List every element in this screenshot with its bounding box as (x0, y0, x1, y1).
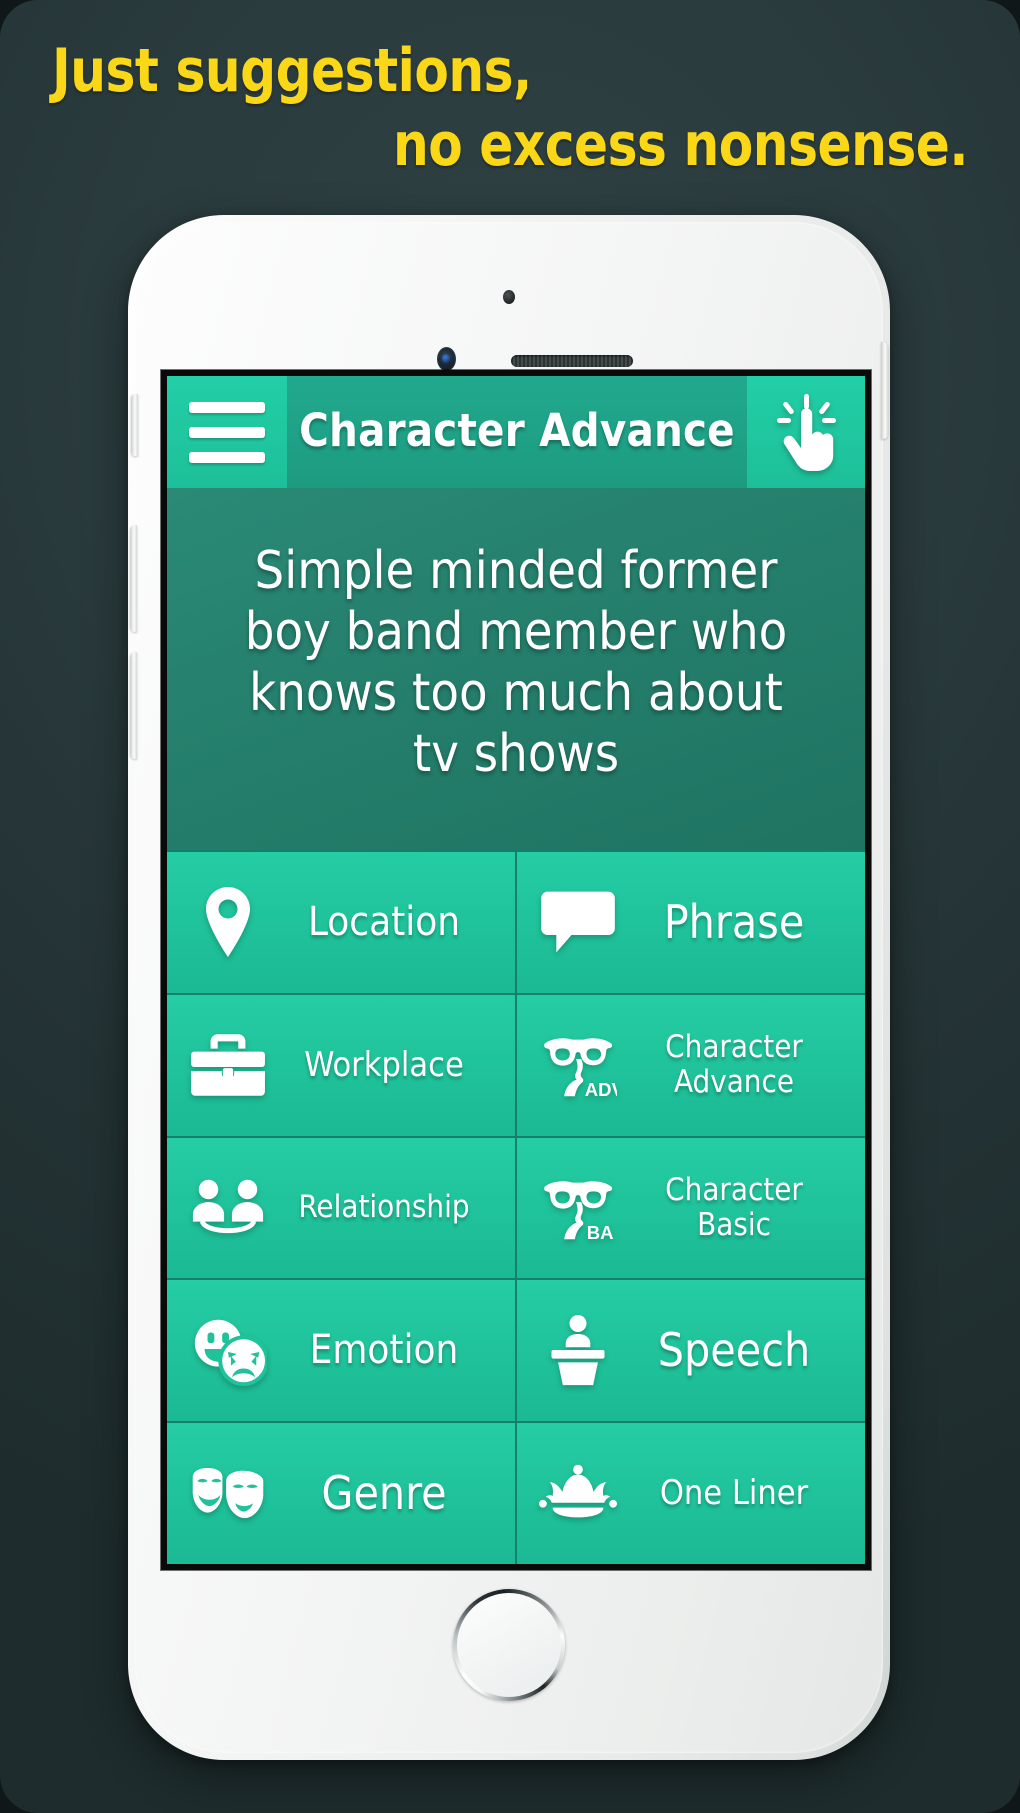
category-label: Genre (321, 1465, 447, 1520)
category-label: Character Basic (665, 1171, 803, 1243)
phone-screen: Character Advance Simple minded former b… (161, 370, 871, 1570)
category-button-genre[interactable]: Genre (167, 1423, 515, 1564)
headline-line-2: no excess nonsense. (392, 110, 969, 181)
category-button-one-liner[interactable]: One Liner (517, 1423, 865, 1564)
silent-switch[interactable] (131, 394, 138, 456)
category-button-speech[interactable]: Speech (517, 1280, 865, 1422)
briefcase-icon (189, 1029, 267, 1101)
tap-action-button[interactable] (747, 376, 865, 488)
jester-hat-icon (539, 1458, 617, 1530)
proximity-sensor-icon (503, 290, 515, 304)
emotion-faces-icon (189, 1315, 267, 1387)
category-label: One Liner (659, 1473, 809, 1514)
category-label: Character Advance (665, 1028, 803, 1101)
phone-device: Character Advance Simple minded former b… (128, 215, 890, 1760)
tap-hand-icon (777, 394, 836, 471)
disguise-glasses-adv-icon: ADV (539, 1029, 617, 1101)
category-label: Relationship (298, 1189, 470, 1226)
headline-line-1: Just suggestions, (52, 36, 532, 106)
two-people-icon (189, 1172, 267, 1244)
map-pin-icon (189, 886, 267, 958)
promo-headline: Just suggestions, no excess nonsense. (0, 34, 1020, 183)
app-bar: Character Advance (167, 376, 865, 488)
hamburger-menu-icon (189, 401, 265, 463)
category-label: Workplace (304, 1044, 464, 1085)
category-button-emotion[interactable]: Emotion (167, 1280, 515, 1422)
category-label: Location (307, 898, 461, 945)
category-button-character-basic[interactable]: BA Character Basic (517, 1137, 865, 1279)
disguise-glasses-ba-icon: BA (539, 1172, 617, 1244)
menu-button[interactable] (167, 376, 287, 488)
podium-icon (539, 1314, 617, 1387)
theater-masks-icon (189, 1458, 267, 1530)
phone-body: Character Advance Simple minded former b… (130, 222, 888, 1753)
front-camera-icon (437, 347, 456, 371)
speech-bubble-icon (539, 886, 617, 958)
volume-up-button[interactable] (130, 525, 137, 632)
category-label: Speech (657, 1322, 811, 1377)
category-button-phrase[interactable]: Phrase (517, 852, 865, 993)
category-button-location[interactable]: Location (167, 852, 515, 993)
category-button-workplace[interactable]: Workplace (167, 994, 515, 1136)
home-button[interactable] (453, 1589, 565, 1701)
volume-down-button[interactable] (130, 652, 137, 759)
home-button-face (457, 1593, 561, 1697)
suggestion-text: Simple minded former boy band member who… (244, 541, 788, 784)
icon-tag-adv: ADV (585, 1079, 617, 1100)
app-viewport: Character Advance Simple minded former b… (167, 376, 865, 1564)
suggestion-display: Simple minded former boy band member who… (167, 488, 865, 850)
power-button[interactable] (881, 342, 888, 439)
category-label: Phrase (663, 894, 805, 949)
app-title: Character Advance (287, 376, 747, 488)
earpiece-speaker (511, 355, 633, 367)
category-button-character-advance[interactable]: ADV Character Advance (517, 994, 865, 1136)
promo-screenshot: Just suggestions, no excess nonsense. Ch… (0, 0, 1020, 1813)
category-grid: Location Phrase Workplace AD Character A… (167, 850, 865, 1564)
category-button-relationship[interactable]: Relationship (167, 1137, 515, 1279)
category-label: Emotion (309, 1327, 459, 1374)
icon-tag-ba: BA (587, 1222, 614, 1243)
